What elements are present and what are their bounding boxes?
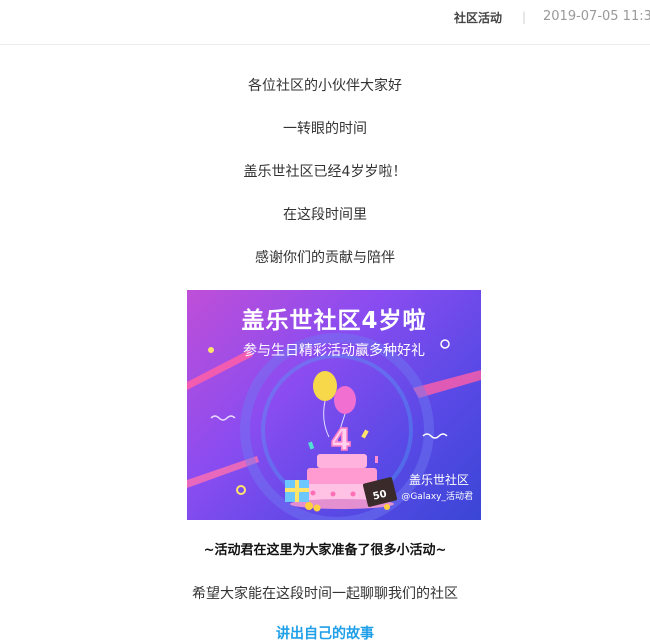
thanks-line: 感谢你们的贡献与陪伴: [255, 250, 395, 266]
time-line: 一转眼的时间: [283, 121, 367, 137]
anniversary-banner: 4 50 盖乐世社区4岁啦 参与生日精彩活动赢多种好礼 盖乐世社区 @Galax…: [187, 290, 481, 520]
wave-left: [210, 415, 236, 421]
banner-subtitle: 参与生日精彩活动赢多种好礼: [243, 343, 425, 359]
balloon-yellow: [313, 371, 337, 401]
dot-ring-yellow: [236, 485, 246, 495]
article-meta-bar: 社区活动 | 2019-07-05 11:31: [0, 0, 650, 45]
balloon-pink: [334, 386, 356, 414]
category-link[interactable]: 社区活动: [454, 10, 502, 26]
greeting-line: 各位社区的小伙伴大家好: [248, 78, 402, 94]
meta-separator: |: [522, 10, 527, 24]
anniversary-line: 盖乐世社区已经4岁岁啦！: [243, 164, 407, 180]
post-date: 2019-07-05 11:31: [543, 9, 650, 24]
story-link[interactable]: 讲出自己的故事: [0, 624, 650, 644]
closing-line: 希望大家能在这段时间一起聊聊我们的社区: [192, 586, 458, 602]
cake-top-tier: [317, 454, 367, 468]
cake-number-4: 4: [331, 423, 352, 458]
banner-handle: @Galaxy_活动君: [401, 492, 473, 502]
period-line: 在这段时间里: [283, 207, 367, 223]
highlight-line: ~活动君在这里为大家准备了很多小活动~: [203, 543, 447, 558]
banner-title: 盖乐世社区4岁啦: [241, 308, 427, 334]
cake-middle-tier: [307, 468, 377, 484]
banner-brand: 盖乐世社区: [408, 473, 469, 487]
